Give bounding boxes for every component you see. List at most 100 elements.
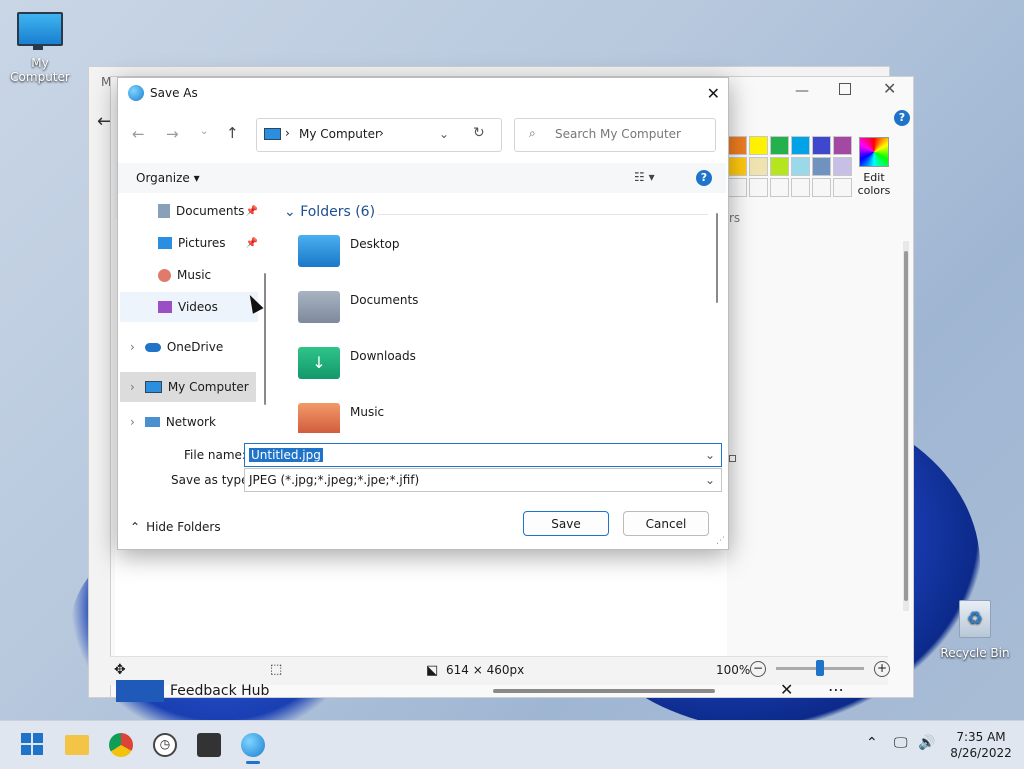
chevron-down-icon[interactable]: ⌄	[439, 127, 449, 141]
move-cursor-icon: ✥	[114, 662, 126, 678]
close-icon[interactable]: ✕	[780, 680, 793, 699]
more-options-icon[interactable]: ⋯	[828, 680, 844, 699]
save-type-value: JPEG (*.jpg;*.jpeg;*.jpe;*.jfif)	[249, 473, 420, 487]
cancel-button[interactable]: Cancel	[623, 511, 709, 536]
list-item[interactable]: ↓ Downloads	[294, 347, 494, 387]
zoom-slider-thumb[interactable]	[816, 660, 824, 676]
save-button[interactable]: Save	[523, 511, 609, 536]
maximize-icon[interactable]	[839, 83, 851, 95]
scrollbar[interactable]	[903, 241, 909, 611]
color-swatch[interactable]	[749, 157, 768, 176]
pin-icon[interactable]: 📌	[246, 206, 258, 217]
color-swatch[interactable]	[728, 178, 747, 197]
sidebar-item-onedrive[interactable]: › OneDrive	[130, 332, 258, 362]
save-type-select[interactable]: JPEG (*.jpg;*.jpeg;*.jpe;*.jfif) ⌄	[244, 468, 722, 492]
volume-icon[interactable]: 🔊	[918, 735, 935, 751]
help-icon[interactable]: ?	[894, 110, 910, 126]
scrollbar[interactable]	[493, 689, 715, 693]
computer-icon	[264, 128, 281, 140]
close-icon[interactable]: ✕	[883, 79, 896, 98]
canvas-resize-handle[interactable]	[729, 455, 736, 462]
refresh-icon[interactable]: ↻	[473, 125, 485, 141]
color-swatch[interactable]	[770, 136, 789, 155]
zoom-level: 100%	[716, 663, 751, 677]
forward-arrow-icon[interactable]: →	[166, 125, 179, 143]
store-icon[interactable]	[197, 733, 221, 757]
view-options-icon[interactable]: ☷ ▾	[634, 170, 655, 184]
desktop-icon-recycle-bin[interactable]: ♻ Recycle Bin	[935, 600, 1015, 660]
list-item[interactable]: Music	[294, 403, 494, 433]
close-icon[interactable]: ✕	[707, 84, 720, 103]
group-header[interactable]: ⌄ Folders (6)	[284, 204, 375, 220]
divider	[378, 214, 708, 215]
chevron-down-icon[interactable]: ⌄	[705, 448, 715, 462]
chevron-right-icon[interactable]: ›	[130, 340, 135, 354]
sidebar-item-network[interactable]: › Network	[130, 412, 258, 432]
chevron-right-icon[interactable]: ›	[130, 415, 135, 429]
organize-button[interactable]: Organize ▾	[136, 171, 200, 185]
edit-colors-button[interactable]: Edit colors	[849, 137, 899, 197]
color-swatch[interactable]	[749, 178, 768, 197]
color-swatch[interactable]	[791, 157, 810, 176]
clock[interactable]: 7:35 AM 8/26/2022	[946, 729, 1016, 761]
network-icon[interactable]: 🖵	[894, 735, 908, 751]
breadcrumb[interactable]: My Computer	[299, 127, 380, 141]
search-placeholder: Search My Computer	[555, 127, 681, 141]
file-name-field[interactable]: Untitled.jpg ⌄	[244, 443, 722, 467]
help-icon[interactable]: ?	[696, 170, 712, 186]
dialog-titlebar: Save As ✕	[118, 78, 728, 108]
color-swatch[interactable]	[770, 157, 789, 176]
color-swatch[interactable]	[812, 178, 831, 197]
cloud-icon	[144, 342, 161, 352]
hide-folders-button[interactable]: ⌃ Hide Folders	[130, 520, 221, 534]
chevron-down-icon[interactable]: ⌄	[284, 204, 296, 220]
zoom-slider[interactable]	[776, 660, 864, 676]
color-swatch[interactable]	[791, 136, 810, 155]
color-swatch[interactable]	[833, 136, 852, 155]
pictures-icon	[158, 237, 172, 249]
start-icon[interactable]	[21, 733, 45, 757]
color-swatch[interactable]	[770, 178, 789, 197]
color-swatch[interactable]	[728, 136, 747, 155]
sidebar-item-music[interactable]: Music	[158, 260, 258, 290]
sidebar-item-videos[interactable]: Videos	[120, 292, 258, 322]
color-swatch[interactable]	[791, 178, 810, 197]
list-item[interactable]: Documents	[294, 291, 494, 331]
scrollbar[interactable]	[264, 273, 266, 405]
chevron-down-icon[interactable]: ⌄	[705, 473, 715, 487]
file-explorer-icon[interactable]	[65, 735, 89, 755]
sidebar-item-pictures[interactable]: Pictures 📌	[158, 228, 258, 258]
back-arrow-icon[interactable]: ←	[132, 125, 145, 143]
color-swatch[interactable]	[812, 136, 831, 155]
minimize-icon[interactable]: —	[795, 83, 809, 99]
folder-view: ⌄ Folders (6) Desktop Documents ↓ Downlo…	[274, 193, 718, 433]
scrollbar[interactable]	[716, 213, 718, 303]
feedback-hub-icon	[116, 680, 164, 702]
zoom-in-icon[interactable]: +	[874, 661, 890, 677]
chevron-right-icon[interactable]: ›	[130, 380, 135, 394]
pin-icon[interactable]: 📌	[246, 238, 258, 249]
up-arrow-icon[interactable]: ↑	[226, 124, 239, 142]
color-swatch[interactable]	[728, 157, 747, 176]
recycle-bin-icon: ♻	[959, 600, 991, 638]
chrome-icon[interactable]	[109, 733, 133, 757]
clock-app-icon[interactable]: ◷	[153, 733, 177, 757]
taskbar-time: 7:35 AM	[956, 730, 1006, 744]
list-item[interactable]: Desktop	[294, 235, 494, 275]
desktop-icon-label: My Computer	[10, 56, 70, 84]
network-icon	[144, 417, 160, 427]
color-swatch[interactable]	[749, 136, 768, 155]
sidebar-item-documents[interactable]: Documents 📌	[158, 196, 258, 226]
address-bar[interactable]: › My Computer › ⌄ ↻	[256, 118, 502, 152]
resize-grip-icon[interactable]: ⋰	[716, 536, 725, 546]
color-swatch[interactable]	[833, 178, 852, 197]
color-swatch[interactable]	[812, 157, 831, 176]
chevron-up-icon[interactable]: ⌃	[866, 735, 878, 751]
sidebar-item-my-computer[interactable]: › My Computer	[120, 372, 256, 402]
paint-app-icon[interactable]	[241, 733, 265, 757]
desktop-icon-my-computer[interactable]: My Computer	[0, 12, 80, 84]
color-swatch[interactable]	[833, 157, 852, 176]
search-input[interactable]: ⌕ Search My Computer	[514, 118, 716, 152]
zoom-out-icon[interactable]: −	[750, 661, 766, 677]
recent-locations-icon[interactable]: ⌄	[200, 126, 208, 137]
